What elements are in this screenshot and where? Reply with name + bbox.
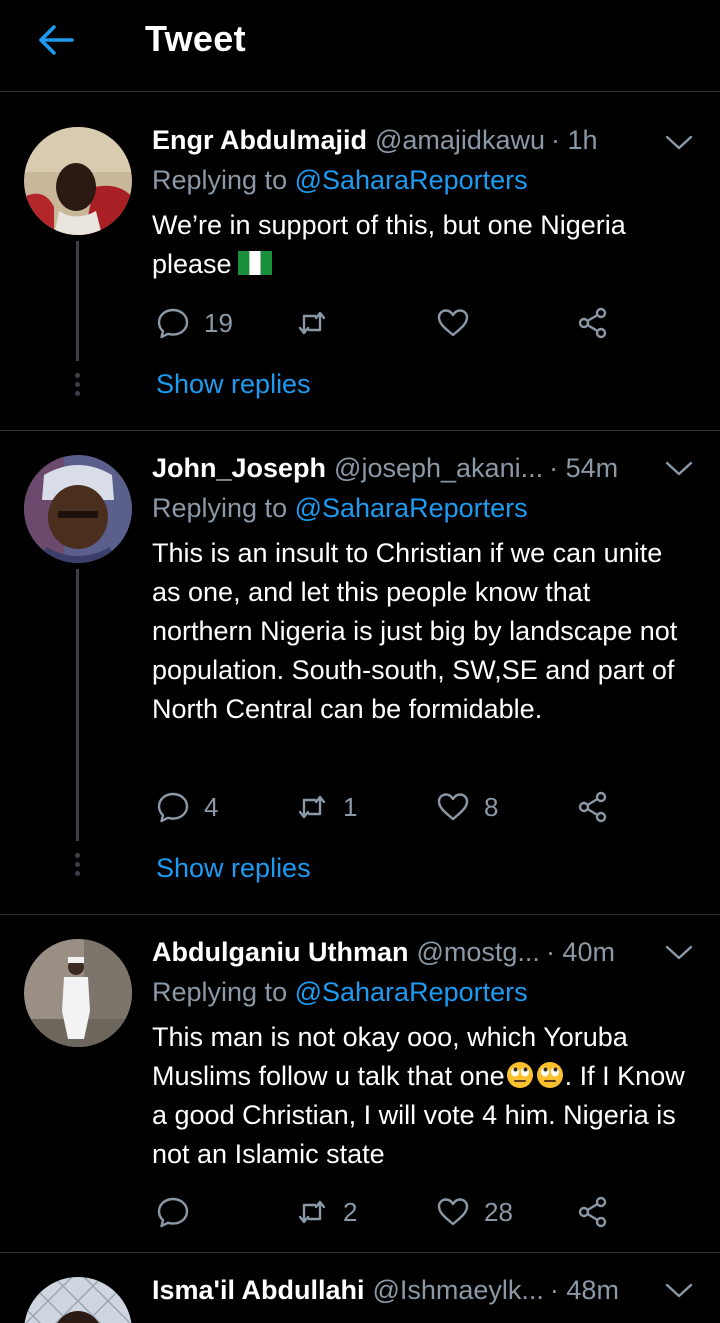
face-with-rolling-eyes-icon (536, 1061, 564, 1089)
like-count: 28 (484, 1196, 513, 1227)
tweet-text: This is an insult to Christian if we can… (152, 538, 678, 724)
like-button[interactable]: 28 (436, 1192, 513, 1232)
tweet-text: We’re in support of this, but one Nigeri… (152, 206, 692, 284)
reply-tweet[interactable]: Isma'il Abdullahi @Ishmaeylk... · 48m (0, 1253, 720, 1323)
show-replies-link[interactable]: Show replies (156, 853, 311, 884)
author-handle[interactable]: @amajidkawu (375, 125, 545, 156)
author-name[interactable]: John_Joseph (152, 453, 326, 484)
retweet-count: 2 (343, 1196, 358, 1227)
author-handle[interactable]: @Ishmaeylk... (372, 1275, 543, 1306)
share-icon (578, 307, 607, 339)
reply-count: 4 (204, 791, 219, 822)
thread-line (76, 241, 79, 361)
author-name[interactable]: Engr Abdulmajid (152, 125, 367, 156)
chevron-down-icon[interactable] (664, 458, 694, 480)
reply-tweet[interactable]: Engr Abdulmajid @amajidkawu · 1h Replyin… (0, 93, 720, 431)
share-button[interactable] (576, 787, 610, 827)
tweet-header: John_Joseph @joseph_akani... · 54m (152, 450, 672, 486)
reply-button[interactable]: 19 (156, 303, 233, 343)
replying-to-label: Replying to (152, 165, 295, 195)
retweet-button[interactable] (295, 303, 343, 343)
reply-tweet[interactable]: John_Joseph @joseph_akani... · 54m Reply… (0, 431, 720, 915)
reply-button[interactable]: 4 (156, 787, 218, 827)
tweet-time: · 54m (549, 452, 619, 483)
face-with-rolling-eyes-icon (506, 1061, 534, 1089)
reply-count: 19 (204, 307, 233, 338)
share-icon (578, 1196, 607, 1228)
tweet-text: This man is not okay ooo, which Yoruba M… (152, 1018, 692, 1174)
thread-more-dots (74, 853, 81, 880)
mention-link[interactable]: @SaharaReporters (295, 977, 528, 1007)
replying-to: Replying to @SaharaReporters (152, 977, 528, 1008)
tweet-header: Isma'il Abdullahi @Ishmaeylk... · 48m (152, 1272, 672, 1308)
chevron-down-icon[interactable] (664, 942, 694, 964)
back-arrow-icon[interactable] (36, 22, 76, 58)
chevron-down-icon[interactable] (664, 132, 694, 154)
tweet-header: Abdulganiu Uthman @mostg... · 40m (152, 934, 672, 970)
top-bar: Tweet (0, 0, 720, 92)
tweet-actions: 4 1 8 (152, 787, 632, 827)
replying-to: Replying to @SaharaReporters (152, 493, 528, 524)
tweet-actions: 19 (152, 303, 632, 343)
avatar[interactable] (24, 939, 132, 1047)
tweet-header: Engr Abdulmajid @amajidkawu · 1h (152, 122, 672, 158)
retweet-count: 1 (343, 791, 358, 822)
chevron-down-icon[interactable] (664, 1280, 694, 1302)
avatar[interactable] (24, 1277, 132, 1323)
thread-more-dots (74, 373, 81, 400)
retweet-icon (298, 795, 326, 819)
replying-to: Replying to @SaharaReporters (152, 165, 528, 196)
show-replies-link[interactable]: Show replies (156, 369, 311, 400)
author-handle[interactable]: @mostg... (416, 937, 539, 968)
replying-to-label: Replying to (152, 493, 295, 523)
tweet-time: · 48m (549, 1274, 619, 1305)
avatar[interactable] (24, 455, 132, 563)
author-name[interactable]: Isma'il Abdullahi (152, 1275, 364, 1306)
tweet-text-content: We’re in support of this, but one Nigeri… (152, 210, 626, 279)
share-button[interactable] (576, 1192, 610, 1232)
nigeria-flag-icon (237, 247, 272, 275)
reply-icon (157, 308, 189, 339)
heart-icon (437, 1198, 469, 1226)
reply-icon (157, 1197, 189, 1228)
author-handle[interactable]: @joseph_akani... (334, 453, 543, 484)
retweet-icon (298, 1200, 326, 1224)
like-button[interactable] (436, 303, 484, 343)
mention-link[interactable]: @SaharaReporters (295, 493, 528, 523)
share-button[interactable] (576, 303, 610, 343)
author-name[interactable]: Abdulganiu Uthman (152, 937, 408, 968)
avatar[interactable] (24, 127, 132, 235)
reply-tweet[interactable]: Abdulganiu Uthman @mostg... · 40m Replyi… (0, 915, 720, 1253)
tweet-actions: 2 28 (152, 1192, 632, 1232)
retweet-button[interactable]: 2 (295, 1192, 357, 1232)
heart-icon (437, 793, 469, 821)
like-count: 8 (484, 791, 499, 822)
reply-button[interactable] (156, 1192, 204, 1232)
tweet-time: · 1h (550, 124, 598, 155)
retweet-icon (298, 311, 326, 335)
page-title: Tweet (145, 18, 246, 59)
replying-to-label: Replying to (152, 977, 295, 1007)
reply-icon (157, 792, 189, 823)
heart-icon (437, 309, 469, 337)
thread-line (76, 569, 79, 841)
retweet-button[interactable]: 1 (295, 787, 357, 827)
tweet-time: · 40m (545, 936, 615, 967)
mention-link[interactable]: @SaharaReporters (295, 165, 528, 195)
like-button[interactable]: 8 (436, 787, 498, 827)
share-icon (578, 791, 607, 823)
